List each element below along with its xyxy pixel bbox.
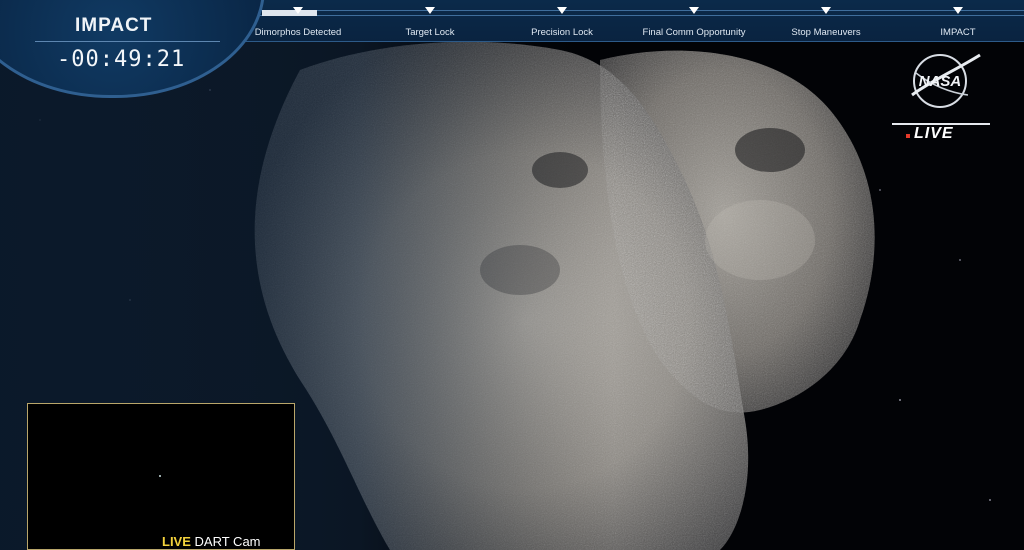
live-dot-icon: [906, 134, 910, 138]
dart-cam-name: DART Cam: [194, 534, 261, 549]
nasa-logo-text: NASA: [919, 73, 962, 90]
milestone-label: IMPACT: [940, 27, 976, 38]
milestone-marker-icon: [293, 7, 303, 14]
milestone-marker-icon: [557, 7, 567, 14]
dart-cam-inset: LIVE DART Cam: [27, 403, 295, 550]
live-indicator: LIVE: [906, 125, 954, 143]
milestone-target-lock: Target Lock: [365, 4, 495, 40]
milestone-impact: IMPACT: [893, 4, 1023, 40]
milestone-label: Target Lock: [405, 27, 455, 38]
milestone-marker-icon: [821, 7, 831, 14]
dart-cam-live-label: LIVE: [162, 534, 191, 549]
milestone-marker-icon: [953, 7, 963, 14]
milestone-label: Dimorphos Detected: [254, 27, 342, 38]
milestone-label: Stop Maneuvers: [791, 27, 861, 38]
milestone-marker-icon: [425, 7, 435, 14]
timeline-milestones: Dimorphos Detected Target Lock Precision…: [232, 4, 1024, 40]
milestone-label: Final Comm Opportunity: [642, 27, 746, 38]
milestone-marker-icon: [689, 7, 699, 14]
countdown-divider: [35, 41, 220, 42]
countdown-title: IMPACT: [75, 15, 153, 36]
countdown-timer: -00:49:21: [57, 47, 186, 72]
milestone-precision-lock: Precision Lock: [497, 4, 627, 40]
dart-cam-label: LIVE DART Cam: [162, 534, 261, 549]
milestone-final-comm-opportunity: Final Comm Opportunity: [629, 4, 759, 40]
milestone-stop-maneuvers: Stop Maneuvers: [761, 4, 891, 40]
nasa-logo-icon: NASA: [911, 53, 981, 108]
dart-cam-star: [159, 475, 161, 477]
mission-timeline-bar: Dimorphos Detected Target Lock Precision…: [232, 0, 1024, 42]
live-label: LIVE: [914, 125, 954, 142]
milestone-label: Precision Lock: [531, 27, 593, 38]
